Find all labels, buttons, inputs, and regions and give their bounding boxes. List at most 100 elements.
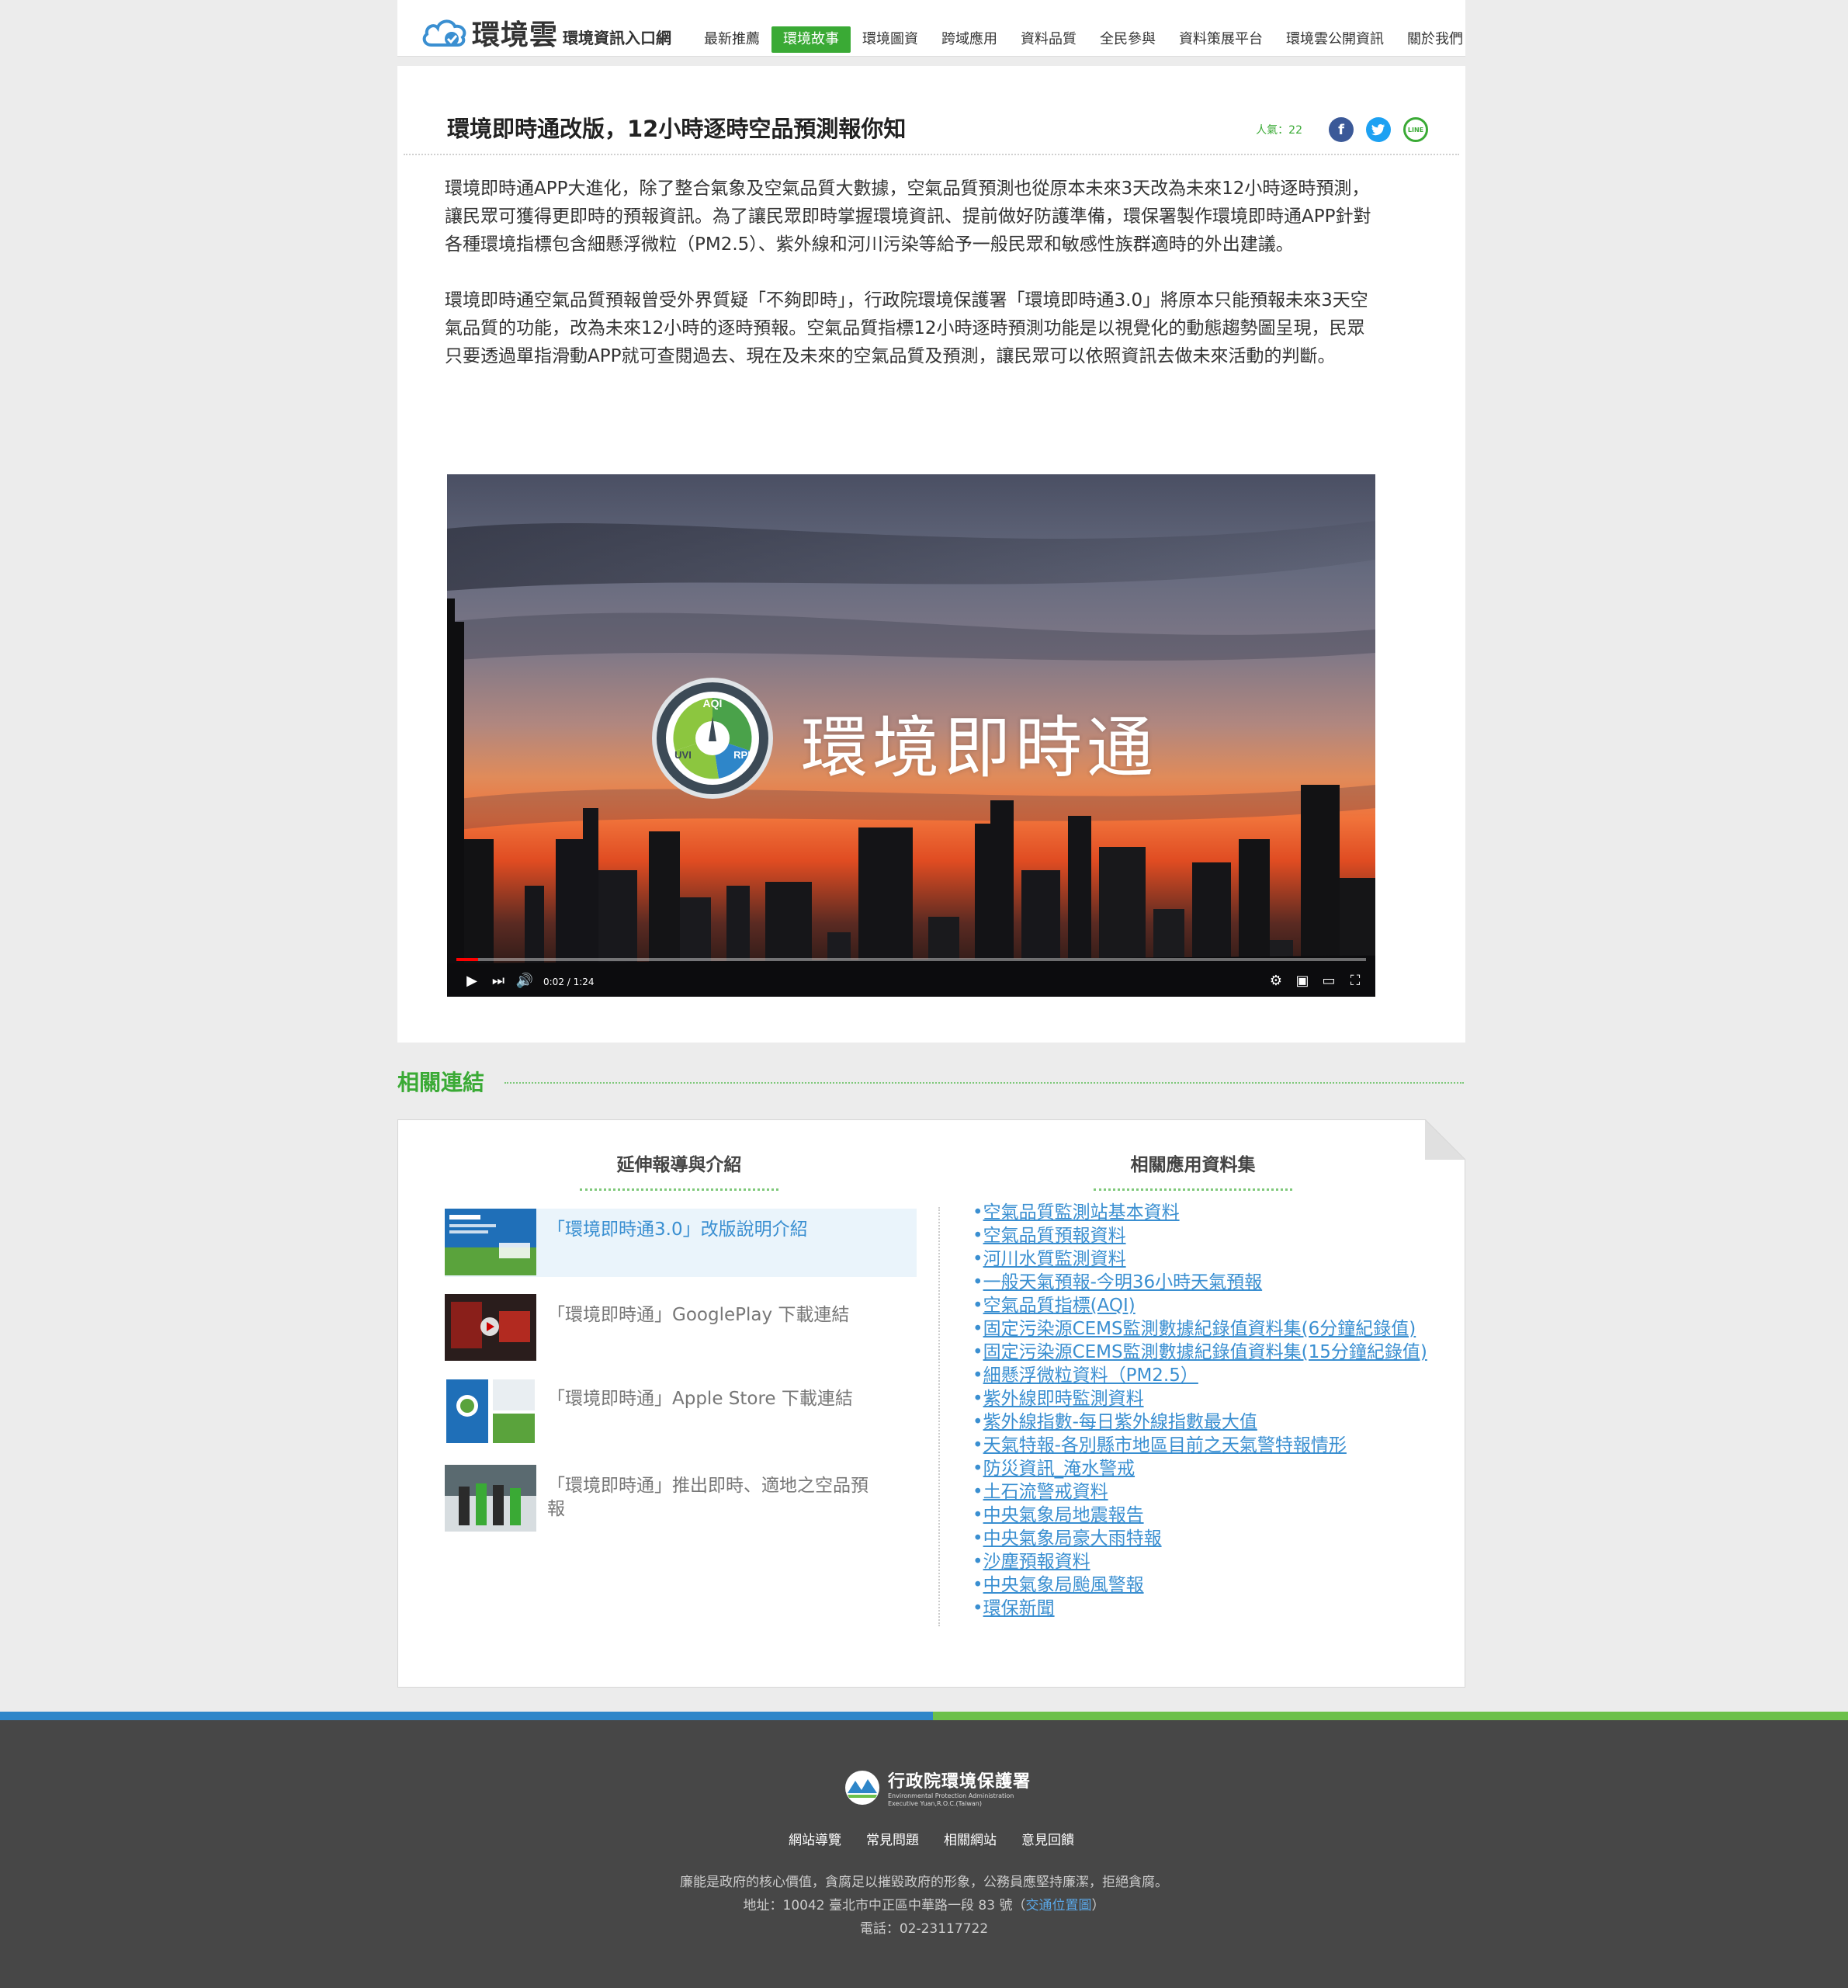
twitter-share-icon[interactable]: [1366, 117, 1391, 142]
ext-item-googleplay[interactable]: 「環境即時通」GooglePlay 下載連結: [445, 1294, 917, 1362]
fullscreen-icon[interactable]: ⛶: [1346, 972, 1364, 991]
video-progress-fill: [456, 958, 479, 961]
bullet-icon: •: [973, 1389, 983, 1409]
cloud-logo-icon: [422, 19, 466, 47]
epa-emblem-icon: [845, 1771, 879, 1805]
footer-map-link[interactable]: 交通位置圖: [1025, 1898, 1091, 1913]
nav-item-about[interactable]: 關於我們: [1396, 26, 1475, 53]
nav-item-data-quality[interactable]: 資料品質: [1009, 26, 1088, 53]
footer-org-name: 行政院環境保護署: [888, 1772, 1031, 1792]
site-header: 環境雲 環境資訊入口網 最新推薦 環境故事 環境圖資 跨域應用 資料品質 全民參…: [397, 0, 1465, 57]
video-overlay-title: 環境即時通: [801, 710, 1158, 787]
article-body: 環境即時通APP大進化，除了整合氣象及空氣品質大數據，空氣品質預測也從原本未來3…: [445, 175, 1376, 398]
site-footer: 行政院環境保護署 Environmental Protection Admini…: [0, 1720, 1848, 1988]
logo-rpi-label: RPI: [733, 749, 751, 761]
dataset-link[interactable]: 中央氣象局豪大雨特報: [983, 1528, 1162, 1549]
datasets-rule: [1094, 1188, 1292, 1191]
dataset-link[interactable]: 空氣品質預報資料: [983, 1226, 1126, 1246]
column-separator: [938, 1207, 940, 1626]
footer-link-related-sites[interactable]: 相關網站: [944, 1829, 997, 1848]
ext-item-press-release[interactable]: 「環境即時通」推出即時、適地之空品預報: [445, 1465, 917, 1533]
dataset-link[interactable]: 河川水質監測資料: [983, 1249, 1126, 1269]
dataset-link[interactable]: 固定污染源CEMS監測數據紀錄值資料集(6分鐘紀錄值): [983, 1319, 1416, 1339]
article-meta: 人氣：22 f LINE: [1256, 117, 1428, 142]
dataset-link[interactable]: 空氣品質指標(AQI): [983, 1296, 1135, 1316]
nav-item-latest[interactable]: 最新推薦: [692, 26, 771, 53]
nav-item-stories[interactable]: 環境故事: [771, 26, 851, 53]
ext-item-app-intro[interactable]: 「環境即時通3.0」改版說明介紹: [445, 1209, 917, 1277]
theater-icon[interactable]: ▭: [1319, 972, 1338, 991]
dataset-link[interactable]: 中央氣象局颱風警報: [983, 1575, 1144, 1595]
nav-item-maps[interactable]: 環境圖資: [851, 26, 930, 53]
logo-uvi-label: UVI: [674, 749, 692, 761]
play-icon[interactable]: ▶: [463, 972, 481, 991]
bullet-icon: •: [973, 1435, 983, 1455]
footer-link-sitemap[interactable]: 網站導覽: [789, 1829, 841, 1848]
facebook-share-icon[interactable]: f: [1329, 117, 1354, 142]
dataset-link[interactable]: 紫外線指數-每日紫外線指數最大值: [983, 1412, 1257, 1432]
video-progress-bar[interactable]: [456, 958, 1366, 961]
dataset-item: •中央氣象局颱風警報: [973, 1573, 1454, 1597]
dataset-link[interactable]: 沙塵預報資料: [983, 1552, 1090, 1572]
bullet-icon: •: [973, 1202, 983, 1223]
video-player[interactable]: AQI UVI RPI 環境即時通 ▶ ⏭ 🔊 0:02 / 1:24 ⚙ ▣ …: [447, 474, 1375, 997]
site-logo[interactable]: 環境雲 環境資訊入口網: [421, 14, 671, 51]
video-time: 0:02 / 1:24: [543, 977, 595, 987]
bullet-icon: •: [973, 1365, 983, 1386]
footer-phone: 電話：02-23117722: [859, 1921, 989, 1937]
logo-title: 環境雲: [472, 19, 559, 51]
dataset-link[interactable]: 一般天氣預報-今明36小時天氣預報: [983, 1272, 1263, 1292]
thumbnail-googleplay: [445, 1294, 536, 1361]
miniplayer-icon[interactable]: ▣: [1293, 972, 1312, 991]
nav-item-participation[interactable]: 全民參與: [1088, 26, 1167, 53]
bullet-icon: •: [973, 1319, 983, 1339]
extended-reports-rule: [580, 1188, 778, 1191]
next-icon[interactable]: ⏭: [489, 972, 508, 991]
nav-item-curation[interactable]: 資料策展平台: [1167, 26, 1274, 53]
article-title: 環境即時通改版，12小時逐時空品預測報你知: [447, 116, 907, 142]
dataset-item: •中央氣象局地震報告: [973, 1504, 1454, 1527]
bullet-icon: •: [973, 1249, 983, 1269]
bullet-icon: •: [973, 1528, 983, 1549]
dataset-link[interactable]: 紫外線即時監測資料: [983, 1389, 1144, 1409]
footer-links: 網站導覽 常見問題 相關網站 意見回饋: [789, 1829, 1099, 1848]
dataset-item: •環保新聞: [973, 1597, 1454, 1620]
bullet-icon: •: [973, 1272, 983, 1292]
line-share-icon[interactable]: LINE: [1403, 117, 1428, 142]
volume-icon[interactable]: 🔊: [515, 972, 534, 991]
bullet-icon: •: [973, 1226, 983, 1246]
dataset-link[interactable]: 固定污染源CEMS監測數據紀錄值資料集(15分鐘紀錄值): [983, 1342, 1427, 1362]
dataset-item: •中央氣象局豪大雨特報: [973, 1527, 1454, 1550]
ext-item-label: 「環境即時通3.0」改版說明介紹: [547, 1220, 808, 1240]
footer-link-faq[interactable]: 常見問題: [866, 1829, 919, 1848]
main-nav: 最新推薦 環境故事 環境圖資 跨域應用 資料品質 全民參與 資料策展平台 環境雲…: [692, 26, 1475, 53]
thumbnail-app-intro: [445, 1209, 536, 1275]
footer-link-feedback[interactable]: 意見回饋: [1021, 1829, 1074, 1848]
related-heading-rule: [504, 1082, 1464, 1084]
epa-logo[interactable]: 行政院環境保護署 Environmental Protection Admini…: [844, 1768, 1031, 1808]
settings-icon[interactable]: ⚙: [1267, 972, 1285, 991]
dataset-link[interactable]: 防災資訊_淹水警戒: [983, 1459, 1135, 1479]
datasets-heading: 相關應用資料集: [1130, 1155, 1256, 1175]
dataset-item: •一般天氣預報-今明36小時天氣預報: [973, 1271, 1454, 1294]
app-logo-icon: AQI UVI RPI: [652, 678, 773, 799]
dataset-link[interactable]: 空氣品質監測站基本資料: [983, 1202, 1180, 1223]
dataset-link[interactable]: 環保新聞: [983, 1598, 1055, 1619]
dataset-item: •天氣特報-各別縣市地區目前之天氣警特報情形: [973, 1434, 1454, 1457]
nav-item-cross-domain[interactable]: 跨域應用: [930, 26, 1009, 53]
dataset-link[interactable]: 中央氣象局地震報告: [983, 1505, 1144, 1525]
nav-item-open-info[interactable]: 環境雲公開資訊: [1274, 26, 1396, 53]
dataset-link[interactable]: 天氣特報-各別縣市地區目前之天氣警特報情形: [983, 1435, 1347, 1455]
bullet-icon: •: [973, 1505, 983, 1525]
dataset-link[interactable]: 細懸浮微粒資料（PM2.5）: [983, 1365, 1198, 1386]
dataset-item: •紫外線即時監測資料: [973, 1387, 1454, 1410]
thumbnail-appstore: [445, 1378, 536, 1445]
ext-item-label: 「環境即時通」GooglePlay 下載連結: [547, 1305, 850, 1325]
footer-motto: 廉能是政府的核心價值，貪腐足以摧毀政府的形象，公務員應堅持廉潔，拒絕貪腐。: [680, 1875, 1168, 1890]
footer-address: 地址：10042 臺北市中正區中華路一段 83 號（交通位置圖）: [0, 1894, 1848, 1913]
dataset-link[interactable]: 土石流警戒資料: [983, 1482, 1108, 1502]
ext-item-appstore[interactable]: 「環境即時通」Apple Store 下載連結: [445, 1378, 917, 1446]
dataset-item: •土石流警戒資料: [973, 1480, 1454, 1504]
article-card: 環境即時通改版，12小時逐時空品預測報你知 人氣：22 f LINE 環境即時通…: [397, 66, 1465, 1043]
ext-item-label: 「環境即時通」Apple Store 下載連結: [547, 1389, 853, 1409]
